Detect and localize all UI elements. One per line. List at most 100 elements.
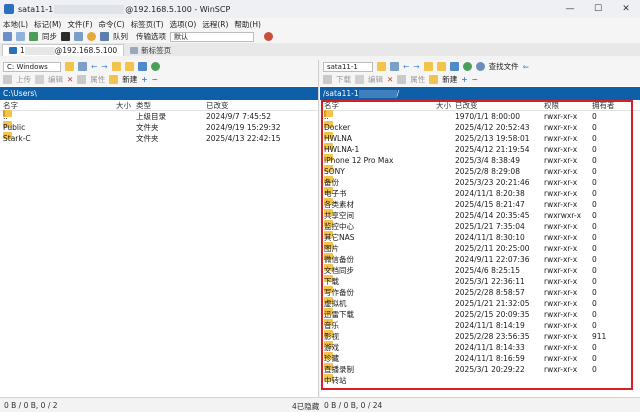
tab-new[interactable]: 新标签页 xyxy=(124,44,177,56)
remote-path[interactable]: /sata11-1/ xyxy=(320,87,640,100)
menu-mark[interactable]: 标记(M) xyxy=(34,19,61,30)
maximize-button[interactable]: ☐ xyxy=(584,0,612,18)
table-row[interactable]: 下载 2025/3/1 22:36:11 rwxr-xr-x 0 xyxy=(320,275,640,287)
local-path[interactable]: C:\Users\ xyxy=(0,87,318,100)
plus-icon[interactable]: + xyxy=(141,75,147,84)
filter-icon[interactable] xyxy=(390,62,399,71)
find-files-button[interactable]: 查找文件 xyxy=(489,61,519,72)
delete-icon[interactable]: ✕ xyxy=(67,75,73,84)
table-row[interactable]: 音乐 2024/11/1 8:14:19 rwxr-xr-x 0 xyxy=(320,319,640,331)
table-row[interactable]: 写作备份 2025/2/28 8:58:57 rwxr-xr-x 0 xyxy=(320,286,640,298)
download-button[interactable]: 下载 xyxy=(336,74,351,85)
table-row[interactable]: 影视 2025/2/28 23:56:35 rwxr-xr-x 911 xyxy=(320,330,640,342)
queue-button[interactable]: 队列 xyxy=(113,31,128,42)
main-toolbar: 同步 队列 传输选项 默认 xyxy=(0,30,640,43)
back-arrow-icon[interactable]: ← xyxy=(91,62,97,71)
tab-session[interactable]: 1 @192.168.5.100 xyxy=(2,44,125,56)
table-row[interactable]: HWLNA 2025/2/13 19:58:01 rwxr-xr-x 0 xyxy=(320,132,640,144)
table-row[interactable]: 珍藏 2024/11/1 8:16:59 rwxr-xr-x 0 xyxy=(320,352,640,364)
edit-button[interactable]: 编辑 xyxy=(368,74,383,85)
minus-icon[interactable]: − xyxy=(472,75,478,84)
properties-button[interactable]: 属性 xyxy=(410,74,425,85)
col-name[interactable]: 名字 xyxy=(324,100,339,111)
filter-icon[interactable] xyxy=(78,62,87,71)
table-row[interactable]: .. 上级目录 2024/9/7 7:45:52 xyxy=(0,110,318,122)
col-owner[interactable]: 拥有者 xyxy=(592,100,615,111)
window-controls: — ☐ ✕ xyxy=(556,0,640,18)
transfer-options-select[interactable]: 默认 xyxy=(170,31,254,42)
table-row[interactable]: 其它NAS 2024/11/1 8:30:10 rwxr-xr-x 0 xyxy=(320,231,640,243)
close-button[interactable]: ✕ xyxy=(612,0,640,18)
back-arrow-icon[interactable]: ← xyxy=(403,62,409,71)
parent-folder-icon[interactable] xyxy=(423,62,433,71)
root-folder-icon[interactable] xyxy=(436,62,446,71)
refresh-icon[interactable] xyxy=(150,62,160,71)
table-row[interactable]: .. 1970/1/1 8:00:00 rwxr-xr-x 0 xyxy=(320,110,640,122)
new-button[interactable]: 新建 xyxy=(122,74,137,85)
col-type[interactable]: 类型 xyxy=(136,100,151,111)
winscp-app-icon xyxy=(4,4,14,14)
col-size[interactable]: 大小 xyxy=(116,100,131,111)
table-row[interactable]: 文档同步 2025/4/6 8:25:15 rwxr-xr-x 0 xyxy=(320,264,640,276)
computer-icon[interactable] xyxy=(3,32,12,41)
menu-file[interactable]: 文件(F) xyxy=(67,19,92,30)
table-row[interactable]: 电子书 2024/11/1 8:20:38 rwxr-xr-x 0 xyxy=(320,187,640,199)
menu-local[interactable]: 本地(L) xyxy=(3,19,28,30)
upload-button[interactable]: 上传 xyxy=(16,74,31,85)
folders-icon[interactable] xyxy=(74,32,83,41)
col-changed[interactable]: 已改变 xyxy=(206,100,229,111)
table-row[interactable]: Stark-C 文件夹 2025/4/13 22:42:15 xyxy=(0,132,318,144)
table-row[interactable]: 中转站 xyxy=(320,374,640,386)
table-row[interactable]: 虚拟机 2025/1/21 21:32:05 rwxr-xr-x 0 xyxy=(320,297,640,309)
menu-tabs[interactable]: 标签页(T) xyxy=(131,19,164,30)
remote-drive-select[interactable]: sata11-1 xyxy=(323,61,373,72)
table-row[interactable]: 监控中心 2025/1/21 7:35:04 rwxr-xr-x 0 xyxy=(320,220,640,232)
download-icon xyxy=(323,75,332,84)
new-button[interactable]: 新建 xyxy=(442,74,457,85)
edit-button[interactable]: 编辑 xyxy=(48,74,63,85)
folder-icon[interactable] xyxy=(377,62,386,71)
table-row[interactable]: 各类素材 2025/4/15 8:21:47 rwxr-xr-x 0 xyxy=(320,198,640,210)
sync-button[interactable]: 同步 xyxy=(42,31,57,42)
folder-icon[interactable] xyxy=(65,62,74,71)
menu-help[interactable]: 帮助(H) xyxy=(234,19,261,30)
forward-arrow-icon[interactable]: → xyxy=(413,62,419,71)
nav-arrow-icon[interactable]: ⇐ xyxy=(523,62,529,71)
globe-icon[interactable] xyxy=(264,32,273,41)
properties-button[interactable]: 属性 xyxy=(90,74,105,85)
table-row[interactable]: 迅雷下载 2025/2/15 20:09:35 rwxr-xr-x 0 xyxy=(320,308,640,320)
compare-icon[interactable] xyxy=(16,32,25,41)
parent-folder-icon[interactable] xyxy=(111,62,121,71)
terminal-icon[interactable] xyxy=(61,32,70,41)
table-row[interactable]: iPhone 12 Pro Max 2025/3/4 8:38:49 rwxr-xr… xyxy=(320,154,640,166)
home-icon[interactable] xyxy=(137,62,147,71)
table-row[interactable]: 游戏 2024/11/1 8:14:33 rwxr-xr-x 0 xyxy=(320,341,640,353)
col-rights[interactable]: 权限 xyxy=(544,100,559,111)
gear-icon[interactable] xyxy=(87,32,96,41)
col-size[interactable]: 大小 xyxy=(436,100,451,111)
forward-arrow-icon[interactable]: → xyxy=(101,62,107,71)
menu-command[interactable]: 命令(C) xyxy=(99,19,125,30)
col-changed[interactable]: 已改变 xyxy=(455,100,478,111)
col-name[interactable]: 名字 xyxy=(3,100,18,111)
minus-icon[interactable]: − xyxy=(152,75,158,84)
table-row[interactable]: HWLNA-1 2025/4/12 21:19:54 rwxr-xr-x 0 xyxy=(320,143,640,155)
menu-remote[interactable]: 远程(R) xyxy=(202,19,228,30)
table-row[interactable]: SONY 2025/2/8 8:29:08 rwxr-xr-x 0 xyxy=(320,165,640,177)
table-row[interactable]: 直播录制 2025/3/1 20:29:22 rwxr-xr-x 0 xyxy=(320,363,640,375)
table-row[interactable]: Docker 2025/4/12 20:52:43 rwxr-xr-x 0 xyxy=(320,121,640,133)
new-icon xyxy=(429,75,439,84)
refresh-icon[interactable] xyxy=(462,62,472,71)
table-row[interactable]: Public 文件夹 2024/9/19 15:29:32 xyxy=(0,121,318,133)
home-icon[interactable] xyxy=(449,62,459,71)
table-row[interactable]: 图片 2025/2/11 20:25:00 rwxr-xr-x 0 xyxy=(320,242,640,254)
root-folder-icon[interactable] xyxy=(124,62,134,71)
local-drive-select[interactable]: C: Windows xyxy=(3,61,61,72)
minimize-button[interactable]: — xyxy=(556,0,584,18)
delete-icon[interactable]: ✕ xyxy=(387,75,393,84)
table-row[interactable]: 备份 2025/3/23 20:21:46 rwxr-xr-x 0 xyxy=(320,176,640,188)
menu-options[interactable]: 选项(O) xyxy=(170,19,197,30)
table-row[interactable]: 微信备份 2024/9/11 22:07:36 rwxr-xr-x 0 xyxy=(320,253,640,265)
table-row[interactable]: 共享空间 2025/4/14 20:35:45 rwxrwxr-x 0 xyxy=(320,209,640,221)
plus-icon[interactable]: + xyxy=(461,75,467,84)
